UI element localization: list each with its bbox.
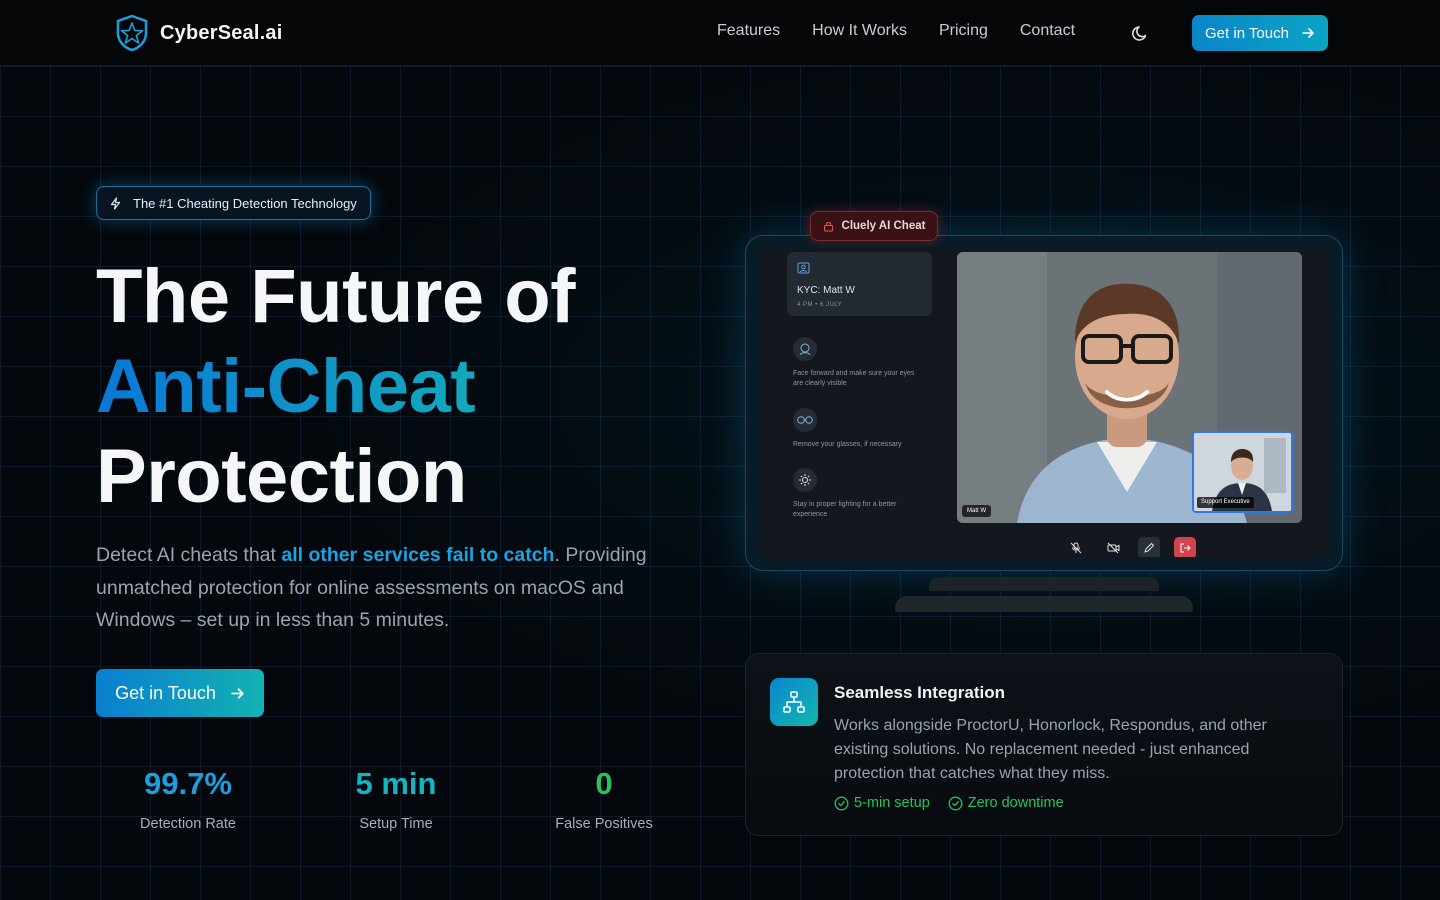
check-circle-icon xyxy=(948,796,963,810)
stat-label: Detection Rate xyxy=(140,816,236,832)
shield-star-icon xyxy=(116,14,148,52)
brand-name: CyberSeal.ai xyxy=(160,21,283,44)
tip-remove-glasses: Remove your glasses, if necessary xyxy=(793,441,902,448)
feature-tag-label: Zero downtime xyxy=(967,795,1064,811)
exit-icon xyxy=(1180,543,1191,553)
stat-false-positives: 0 False Positives xyxy=(544,766,664,832)
kyc-title: KYC: Matt W xyxy=(797,285,855,296)
hero-badge-label: The #1 Cheating Detection Technology xyxy=(133,195,357,211)
camera-off-button[interactable] xyxy=(1102,537,1124,557)
network-icon xyxy=(770,678,818,726)
top-navbar: CyberSeal.ai Features How It Works Prici… xyxy=(0,0,1440,66)
monitor-stand-neck xyxy=(929,577,1159,591)
nav-link-how-it-works[interactable]: How It Works xyxy=(812,22,907,40)
hero-title-line2: Anti-Cheat xyxy=(96,342,575,432)
stat-label: Setup Time xyxy=(359,816,433,832)
nav-link-pricing[interactable]: Pricing xyxy=(939,22,988,40)
pip-video-feed: Support Executive xyxy=(1192,431,1293,513)
stat-value: 99.7% xyxy=(144,766,232,801)
brand-logo[interactable]: CyberSeal.ai xyxy=(114,14,282,52)
tip-face-forward: Face forward and make sure your eyes are… xyxy=(793,370,915,387)
main-video-name-label: Matt W xyxy=(962,505,991,517)
feature-tag-label: 5-min setup xyxy=(854,795,930,811)
stat-detection-rate: 99.7% Detection Rate xyxy=(120,766,256,832)
id-card-icon xyxy=(797,262,810,274)
kyc-date: 4 PM • 6 JULY xyxy=(797,302,843,308)
pip-name-label: Support Executive xyxy=(1197,497,1254,508)
feature-card-integration: Seamless Integration Works alongside Pro… xyxy=(745,653,1343,836)
monitor-screen: KYC: Matt W 4 PM • 6 JULY Face forward a… xyxy=(759,249,1329,557)
video-off-icon xyxy=(1107,542,1119,554)
feature-tag: Zero downtime xyxy=(948,795,1064,811)
hero-subtitle-highlight: all other services fail to catch xyxy=(281,544,555,566)
feature-title: Seamless Integration xyxy=(834,683,1006,702)
nav-link-features[interactable]: Features xyxy=(717,22,780,40)
hero-title-line3: Protection xyxy=(96,434,467,519)
hero-badge: The #1 Cheating Detection Technology xyxy=(96,186,371,220)
moon-icon xyxy=(1132,26,1147,41)
nav-link-contact[interactable]: Contact xyxy=(1020,22,1075,40)
face-scan-icon xyxy=(793,337,817,361)
leave-call-button[interactable] xyxy=(1174,537,1196,557)
sun-icon xyxy=(793,468,817,492)
tip-lighting: Stay in proper lighting for a better exp… xyxy=(793,501,897,518)
hero-title: The Future of Anti-Cheat Protection xyxy=(96,252,576,522)
stat-setup-time: 5 min Setup Time xyxy=(336,766,456,832)
annotate-button[interactable] xyxy=(1138,537,1160,557)
hero-subtitle-pre: Detect AI cheats that xyxy=(96,544,282,566)
cheat-tag-label: Cluely AI Cheat xyxy=(841,220,926,232)
main-video-feed: Support Executive Matt W xyxy=(957,252,1302,523)
nav-links: Features How It Works Pricing Contact xyxy=(717,22,1075,40)
theme-toggle-button[interactable] xyxy=(1130,22,1152,44)
feature-description: Works alongside ProctorU, Honorlock, Res… xyxy=(834,717,1267,782)
nav-get-in-touch-button[interactable]: Get in Touch xyxy=(1192,15,1328,51)
pencil-icon xyxy=(1144,542,1155,553)
stat-label: False Positives xyxy=(555,816,653,832)
glasses-icon xyxy=(793,408,817,432)
arrow-right-icon xyxy=(231,687,244,699)
nav-cta-label: Get in Touch xyxy=(1205,24,1289,42)
cheat-detected-tag: Cluely AI Cheat xyxy=(810,211,938,241)
monitor-stand-base xyxy=(895,596,1193,612)
mute-mic-button[interactable] xyxy=(1065,537,1087,557)
hero-get-in-touch-button[interactable]: Get in Touch xyxy=(96,669,264,717)
check-circle-icon xyxy=(834,796,849,810)
lightning-icon xyxy=(110,196,121,210)
stat-value: 0 xyxy=(595,766,613,801)
feature-tags: 5-min setup Zero downtime xyxy=(834,795,1064,811)
lock-icon xyxy=(823,221,833,231)
feature-tag: 5-min setup xyxy=(834,795,930,811)
hero-subtitle: Detect AI cheats that all other services… xyxy=(96,539,706,637)
kyc-card: KYC: Matt W 4 PM • 6 JULY xyxy=(787,252,932,316)
hero-title-line1: The Future of xyxy=(96,254,576,339)
hero-cta-label: Get in Touch xyxy=(115,682,216,703)
arrow-right-icon xyxy=(1302,28,1314,38)
stat-value: 5 min xyxy=(355,766,437,801)
mic-off-icon xyxy=(1070,542,1082,554)
